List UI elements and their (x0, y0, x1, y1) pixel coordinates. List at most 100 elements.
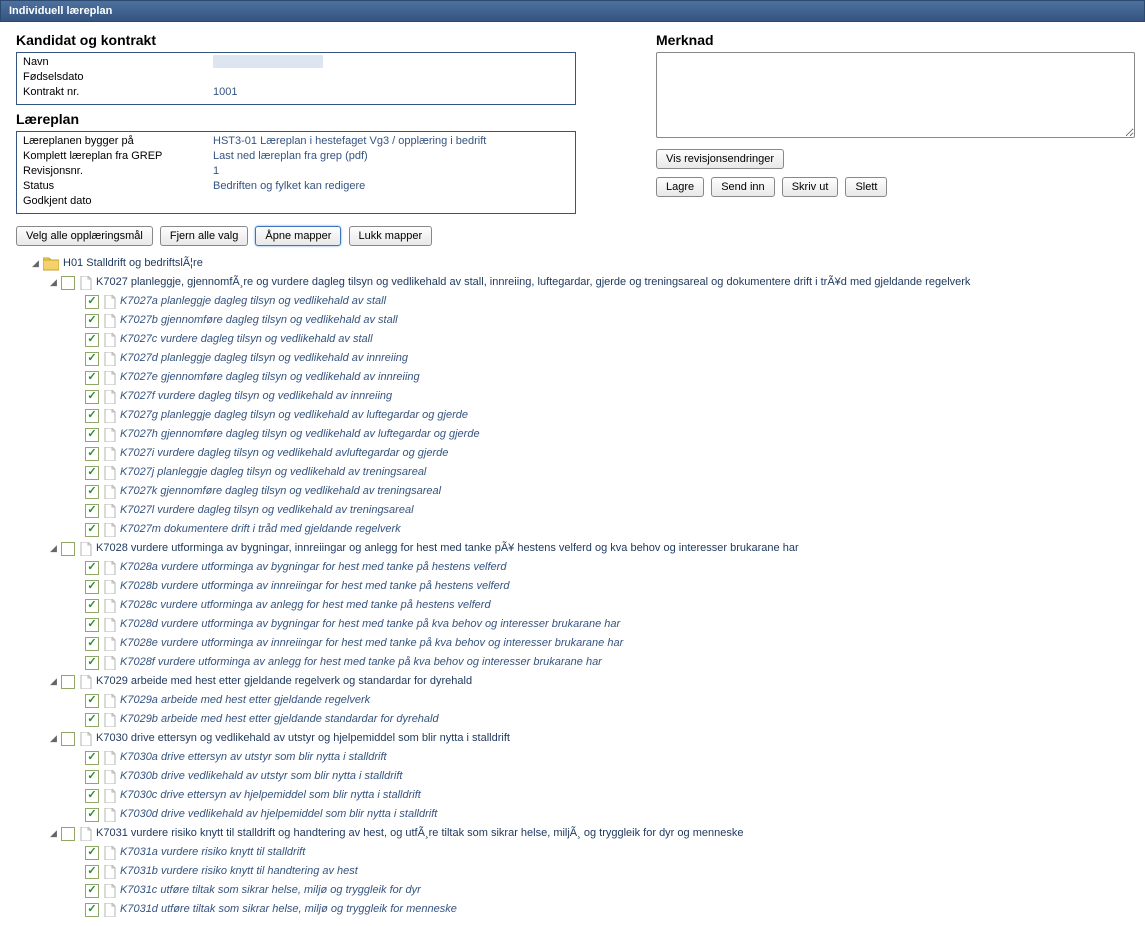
tree-leaf-k7027-10[interactable]: K7027k gjennomføre dagleg tilsyn og vedl… (120, 482, 441, 501)
document-icon (103, 351, 116, 366)
checkbox[interactable]: ✓ (85, 808, 99, 822)
checkbox[interactable]: ✓ (85, 770, 99, 784)
checkbox[interactable]: ✓ (85, 523, 99, 537)
lagre-button[interactable]: Lagre (656, 177, 704, 197)
tree-leaf-k7030-3[interactable]: K7030d drive vedlikehald av hjelpemiddel… (120, 805, 437, 824)
checkbox[interactable]: ✓ (85, 504, 99, 518)
checkbox[interactable]: ✓ (85, 295, 99, 309)
checkbox[interactable]: ✓ (85, 466, 99, 480)
document-icon (103, 465, 116, 480)
tree-toggle[interactable]: ◢ (48, 824, 59, 843)
tree-leaf-k7027-11[interactable]: K7027l vurdere dagleg tilsyn og vedlikeh… (120, 501, 414, 520)
checkbox[interactable]: ✓ (85, 580, 99, 594)
send-inn-button[interactable]: Send inn (711, 177, 774, 197)
tree-toggle[interactable]: ◢ (30, 254, 41, 273)
checkbox[interactable]: ✓ (61, 276, 75, 290)
checkbox[interactable]: ✓ (85, 352, 99, 366)
tree-leaf-k7027-8[interactable]: K7027i vurdere dagleg tilsyn og vedlikeh… (120, 444, 448, 463)
checkbox[interactable]: ✓ (85, 618, 99, 632)
tree-leaf-k7028-3[interactable]: K7028d vurdere utforminga av bygningar f… (120, 615, 620, 634)
tree-folder-h01[interactable]: H01 Stalldrift og bedriftslÃ¦re (63, 254, 203, 273)
checkbox[interactable]: ✓ (85, 561, 99, 575)
checkbox[interactable]: ✓ (85, 485, 99, 499)
tree-leaf-k7027-4[interactable]: K7027e gjennomføre dagleg tilsyn og vedl… (120, 368, 420, 387)
tree-leaf-k7028-1[interactable]: K7028b vurdere utforminga av innreiingar… (120, 577, 510, 596)
tree-leaf-k7027-3[interactable]: K7027d planleggje dagleg tilsyn og vedli… (120, 349, 408, 368)
checkbox[interactable]: ✓ (85, 789, 99, 803)
checkbox[interactable]: ✓ (85, 428, 99, 442)
document-icon (103, 712, 116, 727)
slett-button[interactable]: Slett (845, 177, 887, 197)
komplett-link[interactable]: Last ned læreplan fra grep (pdf) (213, 149, 368, 164)
komplett-label: Komplett læreplan fra GREP (23, 149, 213, 164)
tree-node-k7031[interactable]: K7031 vurdere risiko knytt til stalldrif… (96, 824, 743, 843)
tree-leaf-k7030-0[interactable]: K7030a drive ettersyn av utstyr som blir… (120, 748, 387, 767)
tree-toggle[interactable]: ◢ (48, 729, 59, 748)
checkbox[interactable]: ✓ (85, 409, 99, 423)
document-icon (79, 826, 92, 841)
godkjent-label: Godkjent dato (23, 194, 213, 209)
tree-node-k7027[interactable]: K7027 planleggje, gjennomfÃ¸re og vurder… (96, 273, 970, 292)
tree-leaf-k7031-2[interactable]: K7031c utføre tiltak som sikrar helse, m… (120, 881, 421, 900)
checkbox[interactable]: ✓ (61, 827, 75, 841)
document-icon (103, 636, 116, 651)
tree-leaf-k7031-3[interactable]: K7031d utføre tiltak som sikrar helse, m… (120, 900, 457, 919)
tree-toggle[interactable]: ◢ (48, 273, 59, 292)
tree-leaf-k7030-2[interactable]: K7030c drive ettersyn av hjelpemiddel so… (120, 786, 421, 805)
checkbox[interactable]: ✓ (61, 675, 75, 689)
document-icon (103, 864, 116, 879)
tree-toggle[interactable]: ◢ (48, 672, 59, 691)
tree-leaf-k7027-7[interactable]: K7027h gjennomføre dagleg tilsyn og vedl… (120, 425, 480, 444)
checkbox[interactable]: ✓ (85, 333, 99, 347)
tree-leaf-k7027-9[interactable]: K7027j planleggje dagleg tilsyn og vedli… (120, 463, 426, 482)
merknad-textarea[interactable] (656, 52, 1135, 138)
tree-leaf-k7027-2[interactable]: K7027c vurdere dagleg tilsyn og vedlikeh… (120, 330, 373, 349)
tree-leaf-k7028-4[interactable]: K7028e vurdere utforminga av innreiingar… (120, 634, 623, 653)
checkbox[interactable]: ✓ (85, 637, 99, 651)
checkbox[interactable]: ✓ (85, 314, 99, 328)
tree-leaf-k7028-5[interactable]: K7028f vurdere utforminga av anlegg for … (120, 653, 602, 672)
tree-leaf-k7031-0[interactable]: K7031a vurdere risiko knytt til stalldri… (120, 843, 305, 862)
tree-leaf-k7028-0[interactable]: K7028a vurdere utforminga av bygningar f… (120, 558, 506, 577)
checkbox[interactable]: ✓ (85, 390, 99, 404)
tree-leaf-k7029-0[interactable]: K7029a arbeide med hest etter gjeldande … (120, 691, 370, 710)
document-icon (103, 370, 116, 385)
document-icon (103, 769, 116, 784)
document-icon (103, 750, 116, 765)
lukk-mapper-button[interactable]: Lukk mapper (349, 226, 433, 246)
tree-leaf-k7028-2[interactable]: K7028c vurdere utforminga av anlegg for … (120, 596, 491, 615)
tree-leaf-k7027-1[interactable]: K7027b gjennomføre dagleg tilsyn og vedl… (120, 311, 398, 330)
tree-toggle[interactable]: ◢ (48, 539, 59, 558)
checkbox[interactable]: ✓ (85, 371, 99, 385)
checkbox[interactable]: ✓ (85, 751, 99, 765)
tree-leaf-k7027-6[interactable]: K7027g planleggje dagleg tilsyn og vedli… (120, 406, 468, 425)
skriv-ut-button[interactable]: Skriv ut (782, 177, 839, 197)
kandidat-title: Kandidat og kontrakt (16, 32, 576, 48)
bygger-value[interactable]: HST3-01 Læreplan i hestefaget Vg3 / oppl… (213, 134, 486, 149)
apne-mapper-button[interactable]: Åpne mapper (255, 226, 341, 246)
checkbox[interactable]: ✓ (85, 865, 99, 879)
tree-node-k7029[interactable]: K7029 arbeide med hest etter gjeldande r… (96, 672, 472, 691)
checkbox[interactable]: ✓ (61, 732, 75, 746)
checkbox[interactable]: ✓ (85, 884, 99, 898)
merknad-title: Merknad (656, 32, 1135, 48)
checkbox[interactable]: ✓ (85, 694, 99, 708)
tree-leaf-k7031-1[interactable]: K7031b vurdere risiko knytt til handteri… (120, 862, 358, 881)
fjern-alle-button[interactable]: Fjern alle valg (160, 226, 248, 246)
tree-node-k7028[interactable]: K7028 vurdere utforminga av bygningar, i… (96, 539, 799, 558)
tree-leaf-k7027-5[interactable]: K7027f vurdere dagleg tilsyn og vedlikeh… (120, 387, 392, 406)
checkbox[interactable]: ✓ (85, 599, 99, 613)
checkbox[interactable]: ✓ (85, 656, 99, 670)
tree-leaf-k7027-0[interactable]: K7027a planleggje dagleg tilsyn og vedli… (120, 292, 386, 311)
checkbox[interactable]: ✓ (85, 713, 99, 727)
checkbox[interactable]: ✓ (85, 447, 99, 461)
velg-alle-button[interactable]: Velg alle opplæringsmål (16, 226, 153, 246)
tree-leaf-k7027-12[interactable]: K7027m dokumentere drift i tråd med gjel… (120, 520, 401, 539)
tree-leaf-k7030-1[interactable]: K7030b drive vedlikehald av utstyr som b… (120, 767, 402, 786)
checkbox[interactable]: ✓ (61, 542, 75, 556)
checkbox[interactable]: ✓ (85, 903, 99, 917)
tree-leaf-k7029-1[interactable]: K7029b arbeide med hest etter gjeldande … (120, 710, 439, 729)
tree-node-k7030[interactable]: K7030 drive ettersyn og vedlikehald av u… (96, 729, 510, 748)
vis-revisjon-button[interactable]: Vis revisjonsendringer (656, 149, 784, 169)
checkbox[interactable]: ✓ (85, 846, 99, 860)
